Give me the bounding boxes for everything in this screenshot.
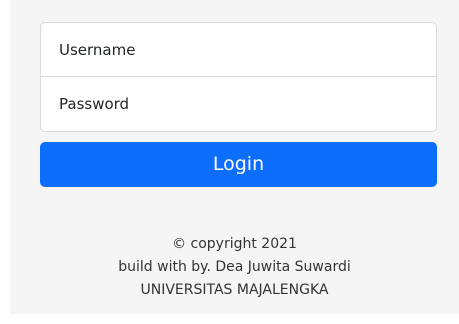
institution-text: UNIVERSITAS MAJALENGKA bbox=[140, 282, 329, 298]
login-panel: Login © copyright 2021 build with by. De… bbox=[10, 0, 459, 314]
copyright-text: © copyright 2021 bbox=[172, 236, 297, 252]
credit-text: build with by. Dea Juwita Suwardi bbox=[118, 259, 351, 275]
footer: © copyright 2021 build with by. Dea Juwi… bbox=[10, 233, 459, 302]
password-input[interactable] bbox=[40, 77, 437, 132]
username-input[interactable] bbox=[40, 22, 437, 77]
login-button[interactable]: Login bbox=[40, 142, 437, 187]
